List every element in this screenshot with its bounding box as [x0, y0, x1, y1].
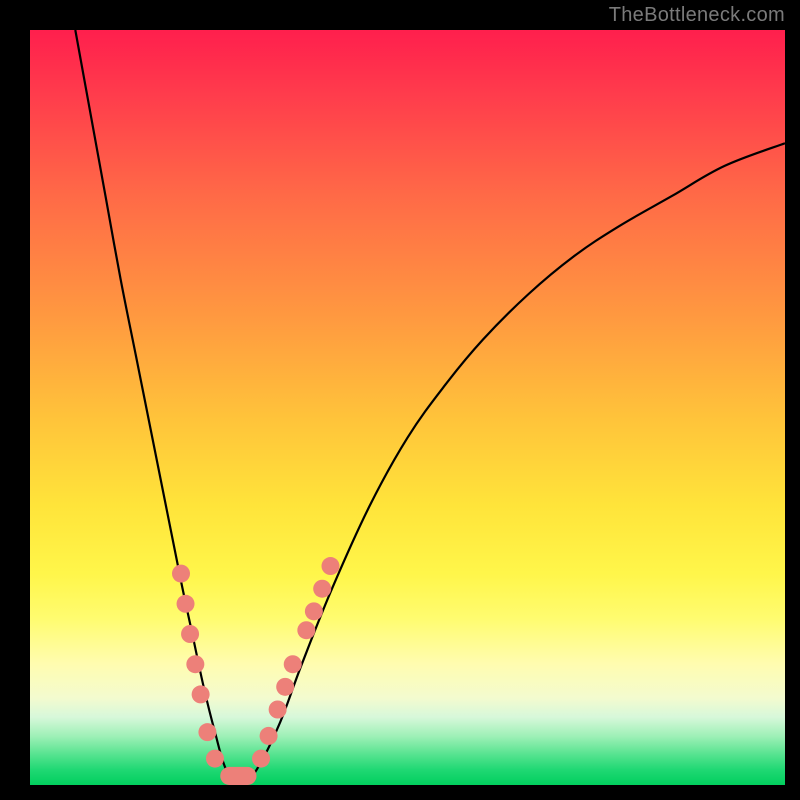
bead-marker: [206, 750, 224, 768]
bead-marker: [177, 595, 195, 613]
bead-marker: [321, 557, 339, 575]
bead-marker: [252, 750, 270, 768]
bead-marker: [181, 625, 199, 643]
beads-group: [172, 557, 339, 768]
bead-marker: [172, 565, 190, 583]
bead-marker: [198, 723, 216, 741]
bead-marker: [186, 655, 204, 673]
bottleneck-curve: [75, 30, 785, 785]
chart-frame: TheBottleneck.com: [0, 0, 800, 800]
watermark-text: TheBottleneck.com: [609, 4, 785, 27]
bead-marker: [305, 602, 323, 620]
bead-marker: [260, 727, 278, 745]
bead-marker: [284, 655, 302, 673]
bead-marker: [269, 701, 287, 719]
bead-marker: [313, 580, 331, 598]
valley-bar: [220, 767, 256, 785]
curve-svg: [30, 30, 785, 785]
plot-area: [30, 30, 785, 785]
bead-marker: [192, 685, 210, 703]
bead-marker: [297, 621, 315, 639]
bead-marker: [276, 678, 294, 696]
